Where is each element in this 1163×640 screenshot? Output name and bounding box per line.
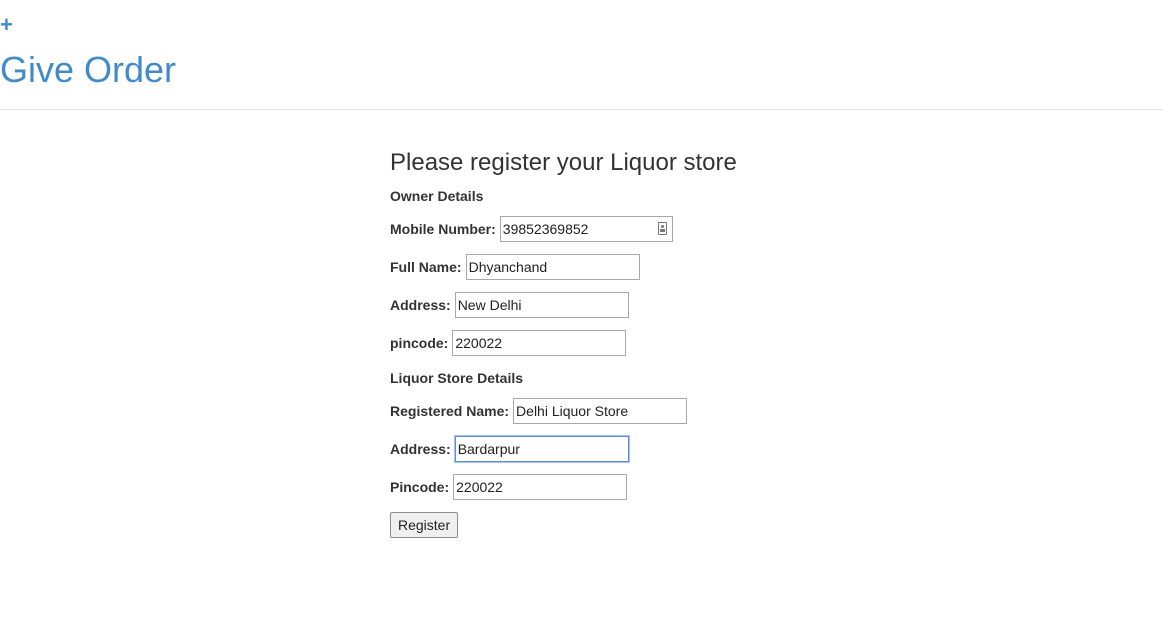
- page-header: + Give Order: [0, 0, 1163, 110]
- store-pincode-label: Pincode:: [390, 479, 450, 495]
- full-name-row: Full Name:: [390, 254, 640, 280]
- form-heading: Please register your Liquor store: [390, 149, 737, 176]
- mobile-number-row: Mobile Number:: [390, 216, 673, 242]
- store-details-heading: Liquor Store Details: [390, 370, 524, 386]
- store-address-label: Address:: [390, 441, 451, 457]
- page-title[interactable]: Give Order: [0, 50, 176, 90]
- owner-pincode-input[interactable]: [452, 330, 627, 356]
- owner-address-label: Address:: [390, 297, 451, 313]
- register-button[interactable]: Register: [390, 512, 459, 538]
- plus-icon[interactable]: +: [0, 14, 14, 36]
- full-name-label: Full Name:: [390, 259, 462, 275]
- owner-details-heading: Owner Details: [390, 188, 484, 204]
- contact-card-icon[interactable]: [657, 222, 667, 235]
- full-name-input[interactable]: [465, 254, 640, 280]
- mobile-number-input[interactable]: [499, 216, 673, 242]
- store-pincode-row: Pincode:: [390, 474, 628, 500]
- store-address-row: Address:: [390, 436, 629, 462]
- mobile-number-wrap: [499, 216, 673, 242]
- registered-name-label: Registered Name:: [390, 403, 510, 419]
- registered-name-input[interactable]: [513, 398, 688, 424]
- owner-pincode-row: pincode:: [390, 330, 627, 356]
- owner-pincode-label: pincode:: [390, 335, 449, 351]
- store-pincode-input[interactable]: [453, 474, 628, 500]
- registered-name-row: Registered Name:: [390, 398, 688, 424]
- owner-address-row: Address:: [390, 292, 629, 318]
- owner-address-input[interactable]: [454, 292, 629, 318]
- registration-form: Please register your Liquor store Owner …: [390, 148, 890, 538]
- mobile-number-label: Mobile Number:: [390, 221, 496, 237]
- store-address-input[interactable]: [454, 436, 629, 462]
